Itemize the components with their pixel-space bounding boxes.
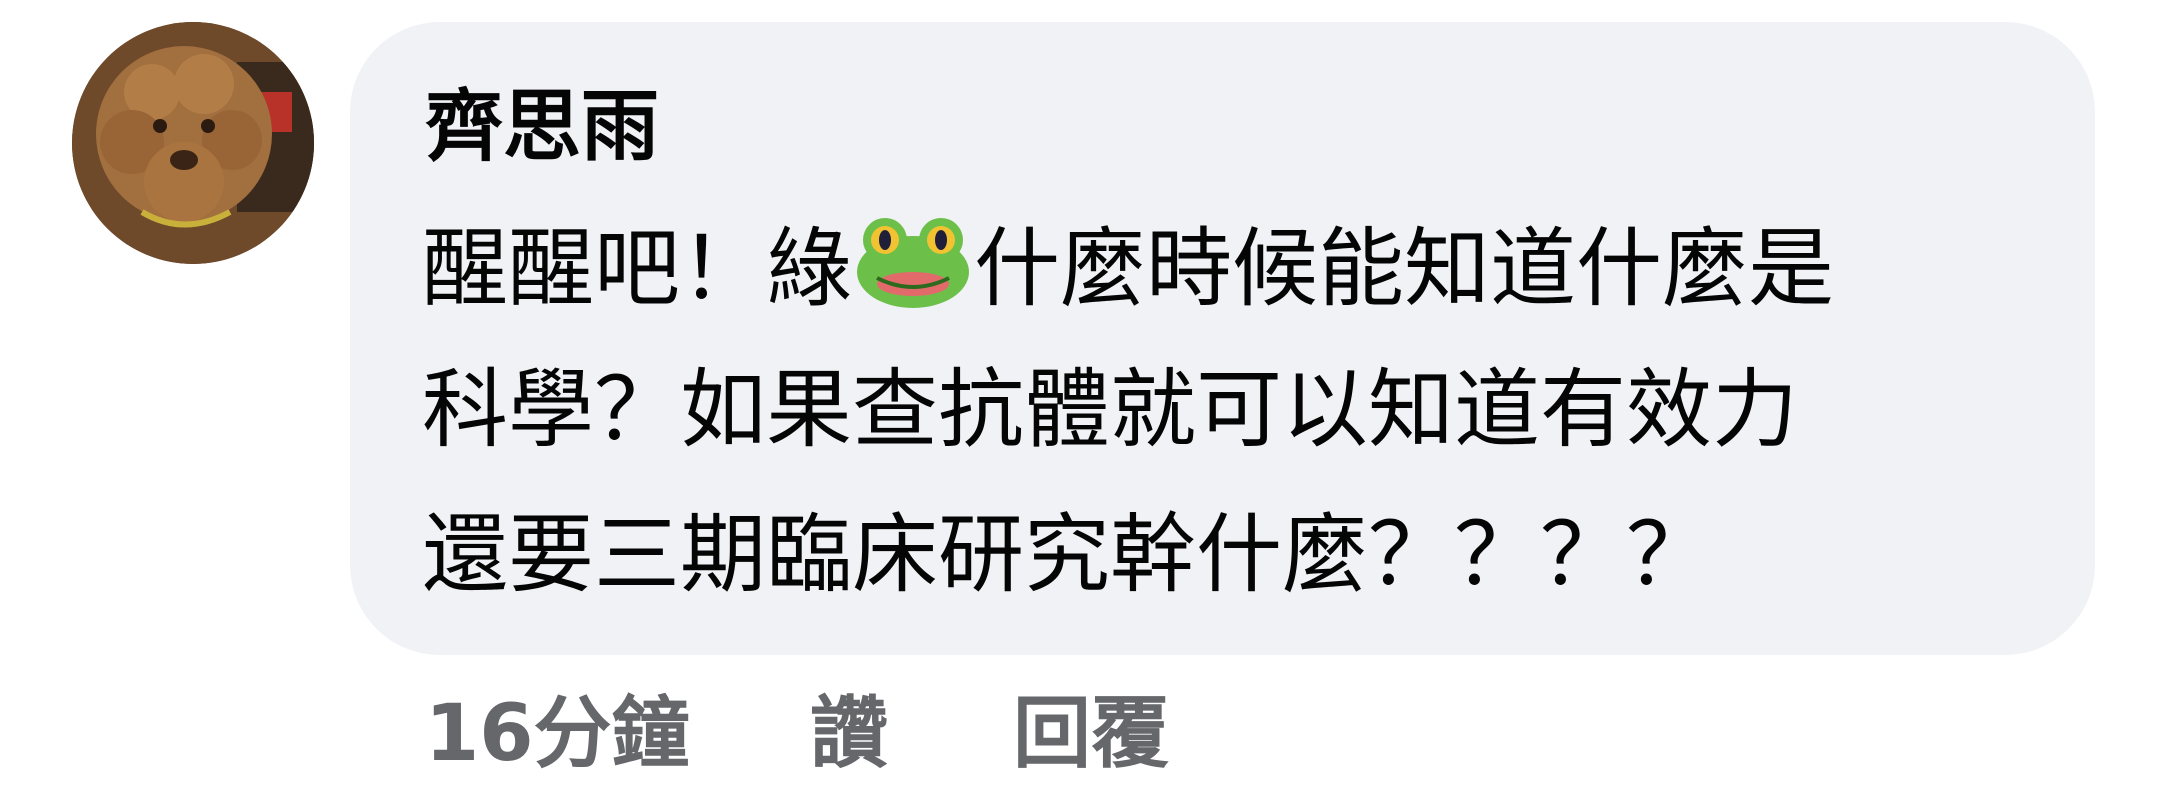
- avatar[interactable]: [72, 22, 314, 264]
- comment-text-line-2: 科學？如果查抗體就可以知道有效力: [422, 360, 1798, 460]
- comment-text-line-1: 醒醒吧！綠 什麼時候能知道什麼是: [422, 212, 1834, 312]
- comment-text-line-3: 還要三期臨床研究幹什麼？？？？: [422, 505, 1712, 605]
- reply-button[interactable]: 回覆: [1013, 695, 1169, 773]
- like-button[interactable]: 讚: [810, 695, 888, 773]
- frog-icon: [857, 218, 969, 308]
- comment-text-segment: 什麼時候能知道什麼是: [974, 219, 1834, 319]
- comment-text-segment: 醒醒吧！綠: [422, 219, 852, 319]
- poodle-avatar-image: [72, 22, 314, 264]
- comment-timestamp[interactable]: 16分鐘: [425, 695, 690, 773]
- comment-author-name[interactable]: 齊思雨: [425, 88, 659, 166]
